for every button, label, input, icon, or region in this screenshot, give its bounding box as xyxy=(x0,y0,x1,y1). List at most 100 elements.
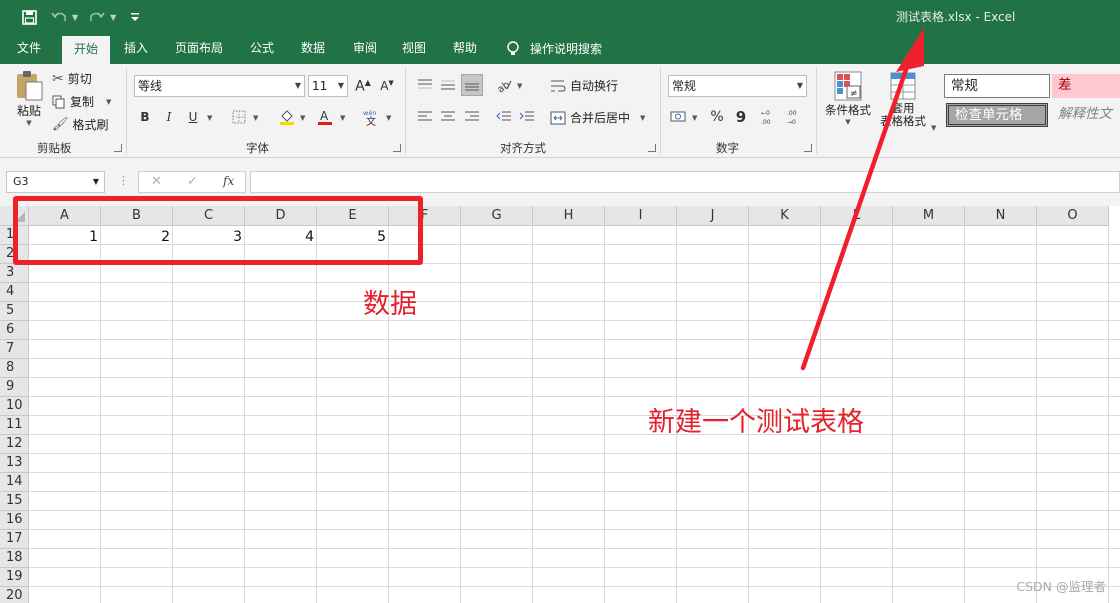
format-as-table-button[interactable]: 套用 表格格式 xyxy=(880,70,926,128)
font-color-button[interactable]: A xyxy=(314,106,336,128)
row-header-17[interactable]: 17 xyxy=(0,530,29,549)
align-top-button[interactable] xyxy=(414,74,436,96)
cell-area[interactable]: 12345 xyxy=(29,226,1120,603)
font-size-select[interactable]: 11 ▼ xyxy=(308,75,348,97)
tab-file[interactable]: 文件 xyxy=(4,34,54,64)
column-header-j[interactable]: J xyxy=(677,206,749,226)
tab-data[interactable]: 数据 xyxy=(294,34,332,64)
column-header-i[interactable]: I xyxy=(605,206,677,226)
save-button[interactable] xyxy=(18,6,40,28)
column-header-l[interactable]: L xyxy=(821,206,893,226)
name-box[interactable]: G3 ▼ xyxy=(6,171,105,193)
tab-page-layout[interactable]: 页面布局 xyxy=(168,34,230,64)
alignment-launcher-icon[interactable] xyxy=(648,144,656,152)
borders-button[interactable] xyxy=(228,106,250,128)
column-header-n[interactable]: N xyxy=(965,206,1037,226)
clipboard-launcher-icon[interactable] xyxy=(114,144,122,152)
increase-indent-button[interactable] xyxy=(516,106,538,128)
column-header-o[interactable]: O xyxy=(1037,206,1109,226)
row-header-12[interactable]: 12 xyxy=(0,435,29,454)
italic-button[interactable]: I xyxy=(158,106,180,128)
tab-review[interactable]: 审阅 xyxy=(346,34,384,64)
increase-decimal-button[interactable]: ←0.00 xyxy=(758,106,780,128)
checkmark-icon[interactable]: ✓ xyxy=(187,174,198,189)
redo-button[interactable] xyxy=(86,6,108,28)
orientation-button[interactable]: ab xyxy=(493,74,515,96)
decrease-font-button[interactable]: A▼ xyxy=(376,75,398,97)
row-header-7[interactable]: 7 xyxy=(0,340,29,359)
orientation-dropdown-icon[interactable]: ▼ xyxy=(517,82,522,90)
accounting-dropdown-icon[interactable]: ▼ xyxy=(692,114,697,122)
increase-font-button[interactable]: A▲ xyxy=(352,75,374,97)
font-color-dropdown-icon[interactable]: ▼ xyxy=(340,114,345,122)
row-header-3[interactable]: 3 xyxy=(0,264,29,283)
tell-me-search[interactable]: 操作说明搜索 xyxy=(506,34,602,64)
wrap-text-button[interactable]: 自动换行 xyxy=(550,77,618,94)
decrease-indent-button[interactable] xyxy=(493,106,515,128)
column-header-g[interactable]: G xyxy=(461,206,533,226)
customize-qat-button[interactable] xyxy=(124,6,146,28)
number-format-select[interactable]: 常规 ▼ xyxy=(668,75,807,97)
align-middle-button[interactable] xyxy=(437,74,459,96)
underline-button[interactable]: U xyxy=(182,106,204,128)
row-header-10[interactable]: 10 xyxy=(0,397,29,416)
row-header-5[interactable]: 5 xyxy=(0,302,29,321)
comma-style-button[interactable]: 9 xyxy=(730,106,752,128)
redo-dropdown-icon[interactable]: ▼ xyxy=(110,13,116,22)
merge-center-button[interactable]: 合并后居中 ▼ xyxy=(550,109,645,126)
row-header-8[interactable]: 8 xyxy=(0,359,29,378)
row-header-9[interactable]: 9 xyxy=(0,378,29,397)
align-bottom-button[interactable] xyxy=(461,74,483,96)
format-painter-button[interactable]: 🖌 格式刷 xyxy=(52,116,109,133)
insert-function-icon[interactable]: fx xyxy=(223,174,234,188)
row-header-18[interactable]: 18 xyxy=(0,549,29,568)
row-header-15[interactable]: 15 xyxy=(0,492,29,511)
fill-color-dropdown-icon[interactable]: ▼ xyxy=(300,114,305,122)
number-launcher-icon[interactable] xyxy=(804,144,812,152)
row-header-11[interactable]: 11 xyxy=(0,416,29,435)
phonetic-dropdown-icon[interactable]: ▼ xyxy=(386,114,391,122)
fill-color-button[interactable] xyxy=(276,106,298,128)
style-explanatory[interactable]: 解释性文 xyxy=(1052,103,1120,127)
font-name-select[interactable]: 等线 ▼ xyxy=(134,75,305,97)
accounting-format-button[interactable] xyxy=(668,106,690,128)
tab-help[interactable]: 帮助 xyxy=(446,34,484,64)
row-header-20[interactable]: 20 xyxy=(0,587,29,603)
row-header-6[interactable]: 6 xyxy=(0,321,29,340)
column-header-m[interactable]: M xyxy=(893,206,965,226)
style-bad[interactable]: 差 xyxy=(1052,74,1120,98)
bold-button[interactable]: B xyxy=(134,106,156,128)
paste-button[interactable]: 粘贴 ▼ xyxy=(14,70,44,127)
tab-insert[interactable]: 插入 xyxy=(116,34,156,64)
undo-button[interactable] xyxy=(48,6,70,28)
align-center-button[interactable] xyxy=(437,106,459,128)
align-right-button[interactable] xyxy=(461,106,483,128)
underline-dropdown-icon[interactable]: ▼ xyxy=(207,114,212,122)
decrease-decimal-button[interactable]: .00 →0 xyxy=(784,106,806,128)
conditional-formatting-button[interactable]: ≠ 条件格式 ▼ xyxy=(825,70,871,126)
percent-style-button[interactable]: % xyxy=(706,106,728,128)
tab-view[interactable]: 视图 xyxy=(396,34,432,64)
cancel-icon[interactable]: ✕ xyxy=(151,174,162,189)
row-header-4[interactable]: 4 xyxy=(0,283,29,302)
cut-button[interactable]: ✂ 剪切 xyxy=(52,70,92,87)
formula-bar-grip-icon[interactable]: ⋮ xyxy=(118,174,129,187)
tab-formulas[interactable]: 公式 xyxy=(244,34,280,64)
column-header-h[interactable]: H xyxy=(533,206,605,226)
tab-home[interactable]: 开始 xyxy=(62,36,110,64)
row-header-14[interactable]: 14 xyxy=(0,473,29,492)
row-header-19[interactable]: 19 xyxy=(0,568,29,587)
align-left-button[interactable] xyxy=(414,106,436,128)
copy-button[interactable]: 复制 ▼ xyxy=(52,93,111,110)
phonetic-button[interactable]: wén 文 xyxy=(360,106,384,128)
formula-input[interactable] xyxy=(250,171,1120,193)
borders-dropdown-icon[interactable]: ▼ xyxy=(253,114,258,122)
style-check-cell[interactable]: 检查单元格 xyxy=(946,103,1048,127)
undo-dropdown-icon[interactable]: ▼ xyxy=(72,13,78,22)
column-header-k[interactable]: K xyxy=(749,206,821,226)
style-normal[interactable]: 常规 xyxy=(944,74,1050,98)
font-launcher-icon[interactable] xyxy=(393,144,401,152)
row-header-16[interactable]: 16 xyxy=(0,511,29,530)
format-table-dropdown-icon[interactable]: ▼ xyxy=(931,124,936,132)
row-header-13[interactable]: 13 xyxy=(0,454,29,473)
